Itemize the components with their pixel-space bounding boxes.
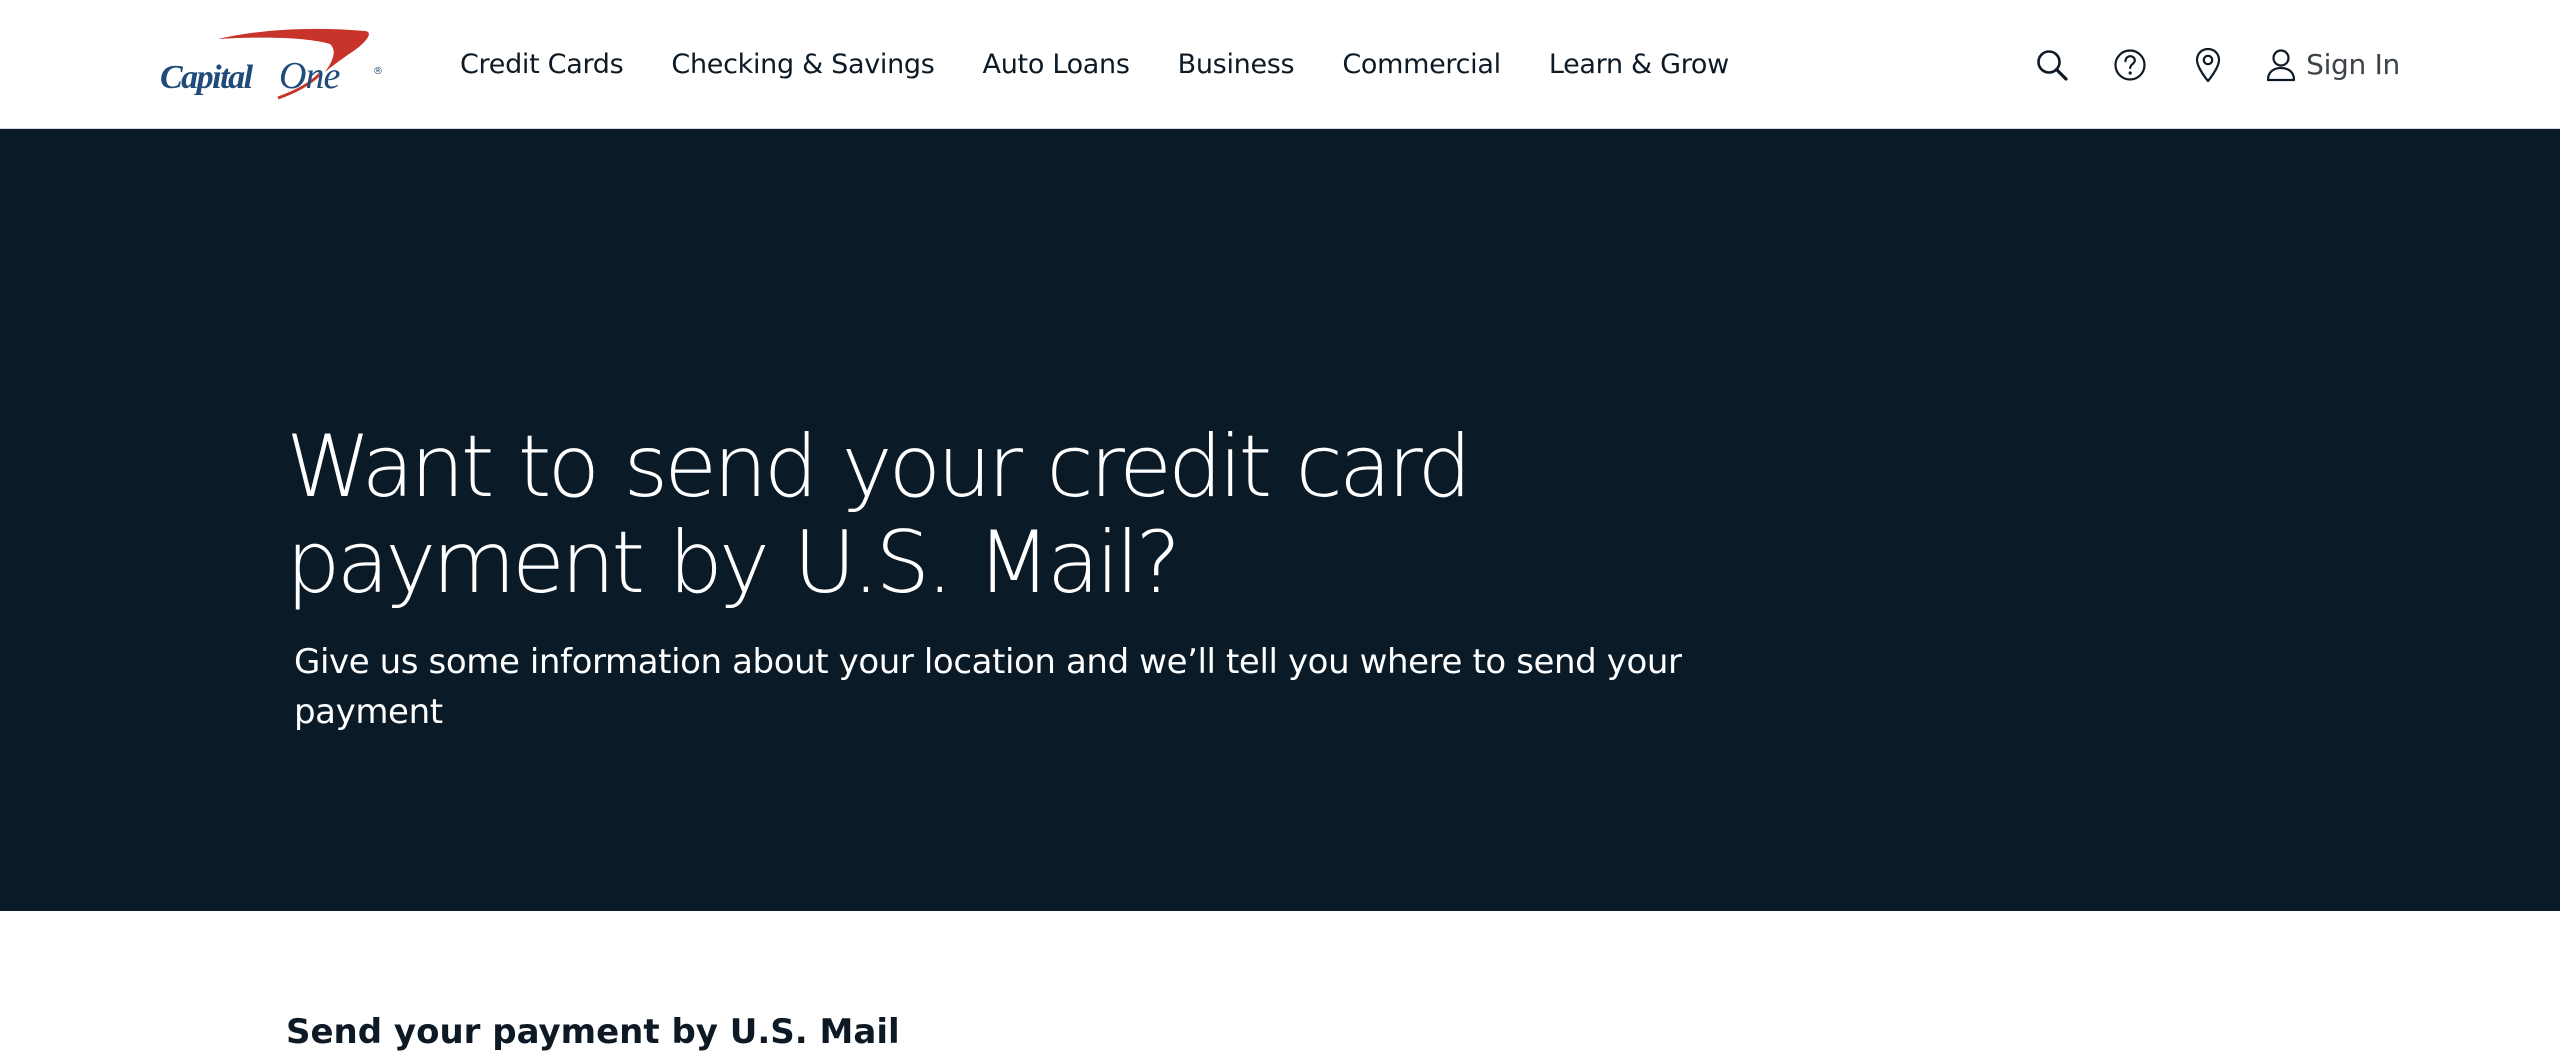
location-pin-icon[interactable]: [2190, 47, 2226, 83]
logo-registered-mark: ®: [373, 66, 383, 77]
capital-one-logo-graphic: Capital One ®: [160, 28, 383, 100]
hero-subtitle: Give us some information about your loca…: [294, 642, 1682, 732]
hero-title: Want to send your credit card payment by…: [286, 417, 1472, 613]
utility-nav: Sign In: [1992, 0, 2400, 129]
nav-item-auto-loans[interactable]: Auto Loans: [983, 49, 1130, 80]
nav-item-business[interactable]: Business: [1178, 49, 1295, 80]
sign-in-label: Sign In: [2306, 48, 2400, 81]
section-heading: Send your payment by U.S. Mail: [286, 1012, 900, 1052]
main-nav: Credit Cards Checking & Savings Auto Loa…: [460, 0, 1777, 129]
hero-banner: Want to send your credit card payment by…: [0, 129, 2560, 911]
nav-item-credit-cards[interactable]: Credit Cards: [460, 49, 624, 80]
logo-wordmark-capital: Capital: [160, 59, 254, 96]
help-icon[interactable]: [2112, 47, 2148, 83]
search-icon[interactable]: [2034, 47, 2070, 83]
logo-wordmark-one: One: [279, 55, 340, 97]
nav-item-checking-savings[interactable]: Checking & Savings: [671, 49, 934, 80]
sign-in-link[interactable]: Sign In: [2266, 48, 2400, 82]
user-icon: [2266, 48, 2296, 82]
capital-one-logo[interactable]: Capital One ®: [160, 28, 385, 110]
nav-item-commercial[interactable]: Commercial: [1342, 49, 1501, 80]
nav-item-learn-grow[interactable]: Learn & Grow: [1549, 49, 1729, 80]
site-header: Capital One ® Credit Cards Checking & Sa…: [0, 0, 2560, 129]
